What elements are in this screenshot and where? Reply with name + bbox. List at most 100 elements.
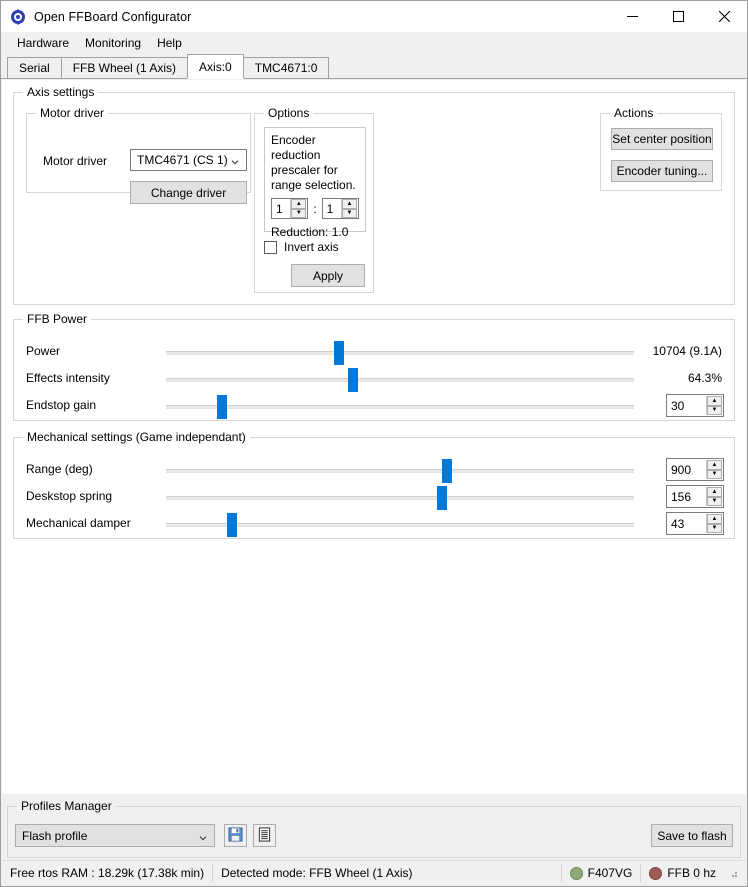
status-led-green-icon (569, 866, 583, 880)
mechanical-settings-title: Mechanical settings (Game independant) (23, 430, 250, 444)
title-bar: Open FFBoard Configurator (1, 1, 747, 32)
options-group: Options Encoder reduction prescaler for … (254, 106, 374, 293)
status-ram: Free rtos RAM : 18.29k (17.38k min) (10, 866, 205, 880)
power-slider-handle[interactable] (334, 341, 345, 365)
endstop-gain-value: 30 (671, 398, 685, 413)
ffb-power-group: FFB Power Power 10704 (9.1A) Effects int… (13, 312, 735, 421)
stepper-arrows-icon[interactable]: ▲ ▼ (706, 460, 722, 479)
effects-intensity-slider[interactable] (166, 368, 634, 392)
actions-group: Actions Set center position Encoder tuni… (600, 106, 722, 191)
prescaler-separator: : (313, 201, 317, 216)
motor-driver-group: Motor driver Motor driver TMC4671 (CS 1)… (26, 106, 251, 204)
profiles-manager-title: Profiles Manager (17, 799, 116, 813)
profiles-manager-group: Profiles Manager Flash profile Save to f… (7, 799, 741, 858)
deskstop-spring-value: 156 (671, 489, 692, 504)
invert-axis-checkbox[interactable] (264, 240, 277, 254)
slider-row-endstop-gain: Endstop gain 30 ▲ ▼ (14, 392, 734, 420)
power-slider[interactable] (166, 341, 634, 365)
prescaler-description: Encoder reduction prescaler for range se… (271, 133, 356, 192)
encoder-tuning-button[interactable]: Encoder tuning... (611, 160, 713, 182)
mechanical-damper-slider-handle[interactable] (226, 513, 237, 537)
menu-item-monitoring[interactable]: Monitoring (77, 34, 149, 52)
stepper-down-icon[interactable]: ▼ (291, 208, 307, 218)
stepper-down-icon[interactable]: ▼ (707, 405, 722, 415)
stepper-arrows-icon[interactable]: ▲ ▼ (341, 199, 357, 218)
app-window: Open FFBoard Configurator Hardware Monit… (0, 0, 748, 887)
endstop-gain-slider[interactable] (166, 395, 634, 419)
save-profile-button[interactable] (224, 824, 247, 847)
set-center-position-button[interactable]: Set center position (611, 128, 713, 150)
motor-driver-title: Motor driver (36, 106, 109, 120)
stepper-down-icon[interactable]: ▼ (707, 496, 722, 506)
prescaler-row: 1 ▲ ▼ : 1 ▲ ▼ (271, 198, 359, 219)
tab-ffb-wheel[interactable]: FFB Wheel (1 Axis) (60, 57, 189, 78)
endstop-gain-stepper[interactable]: 30 ▲ ▼ (666, 394, 724, 417)
range-stepper[interactable]: 900 ▲ ▼ (666, 458, 724, 481)
power-label: Power (26, 344, 61, 358)
status-indicator-f407vg-label: F407VG (587, 866, 633, 880)
change-driver-button[interactable]: Change driver (130, 181, 247, 204)
profile-list-button[interactable] (253, 824, 276, 847)
maximize-button[interactable] (655, 1, 701, 32)
stepper-up-icon[interactable]: ▲ (707, 396, 722, 406)
stepper-arrows-icon[interactable]: ▲ ▼ (706, 396, 722, 415)
reduction-value-label: Reduction: 1.0 (271, 225, 349, 239)
effects-intensity-slider-handle[interactable] (348, 368, 359, 392)
profile-select[interactable]: Flash profile (15, 824, 215, 847)
options-title: Options (264, 106, 314, 120)
status-indicator-ffb-label: FFB 0 hz (667, 866, 716, 880)
menu-item-help[interactable]: Help (149, 34, 190, 52)
deskstop-spring-slider[interactable] (166, 486, 634, 510)
stepper-up-icon[interactable]: ▲ (342, 199, 357, 209)
status-indicators: F407VG FFB 0 hz (560, 864, 740, 882)
stepper-up-icon[interactable]: ▲ (707, 460, 722, 470)
menu-item-hardware[interactable]: Hardware (9, 34, 77, 52)
stepper-up-icon[interactable]: ▲ (291, 199, 307, 209)
stepper-arrows-icon[interactable]: ▲ ▼ (290, 199, 307, 218)
apply-button[interactable]: Apply (291, 264, 365, 287)
actions-title: Actions (610, 106, 658, 120)
mechanical-damper-label: Mechanical damper (26, 516, 131, 530)
status-mode: Detected mode: FFB Wheel (1 Axis) (221, 866, 413, 880)
deskstop-spring-label: Deskstop spring (26, 489, 113, 503)
prescaler-denominator-stepper[interactable]: 1 ▲ ▼ (321, 198, 359, 219)
status-bar: Free rtos RAM : 18.29k (17.38k min) Dete… (2, 860, 746, 885)
stepper-down-icon[interactable]: ▼ (707, 469, 722, 479)
tab-serial[interactable]: Serial (7, 57, 62, 78)
mechanical-damper-slider[interactable] (166, 513, 634, 537)
deskstop-spring-slider-handle[interactable] (437, 486, 448, 510)
slider-row-deskstop-spring: Deskstop spring 156 ▲ ▼ (14, 483, 734, 511)
status-indicator-f407vg: F407VG (562, 864, 641, 882)
stepper-up-icon[interactable]: ▲ (707, 487, 722, 497)
range-slider-handle[interactable] (441, 459, 452, 483)
endstop-gain-slider-handle[interactable] (217, 395, 228, 419)
stepper-down-icon[interactable]: ▼ (342, 208, 357, 218)
minimize-button[interactable] (609, 1, 655, 32)
prescaler-numerator-stepper[interactable]: 1 ▲ ▼ (271, 198, 309, 219)
save-to-flash-button[interactable]: Save to flash (651, 824, 733, 847)
range-slider[interactable] (166, 459, 634, 483)
range-value: 900 (671, 462, 692, 477)
stepper-up-icon[interactable]: ▲ (707, 514, 722, 524)
deskstop-spring-stepper[interactable]: 156 ▲ ▼ (666, 485, 724, 508)
stepper-arrows-icon[interactable]: ▲ ▼ (706, 487, 722, 506)
tab-tmc4671-0[interactable]: TMC4671:0 (242, 57, 330, 78)
endstop-gain-label: Endstop gain (26, 398, 97, 412)
axis-settings-title: Axis settings (23, 85, 99, 99)
motor-driver-label: Motor driver (43, 154, 108, 168)
slider-row-effects-intensity: Effects intensity 64.3% (14, 365, 734, 393)
stepper-arrows-icon[interactable]: ▲ ▼ (706, 514, 722, 533)
stepper-down-icon[interactable]: ▼ (707, 523, 722, 533)
close-button[interactable] (701, 1, 747, 32)
power-value: 10704 (9.1A) (652, 344, 722, 358)
mechanical-damper-stepper[interactable]: 43 ▲ ▼ (666, 512, 724, 535)
resize-grip-icon[interactable] (728, 867, 740, 879)
window-title: Open FFBoard Configurator (34, 9, 192, 24)
invert-axis-row[interactable]: Invert axis (264, 240, 339, 254)
tab-axis-0[interactable]: Axis:0 (187, 54, 244, 79)
slider-row-mechanical-damper: Mechanical damper 43 ▲ ▼ (14, 510, 734, 538)
invert-axis-label: Invert axis (284, 240, 339, 254)
slider-row-power: Power 10704 (9.1A) (14, 338, 734, 366)
motor-driver-select[interactable]: TMC4671 (CS 1) (130, 149, 247, 171)
range-label: Range (deg) (26, 462, 93, 476)
